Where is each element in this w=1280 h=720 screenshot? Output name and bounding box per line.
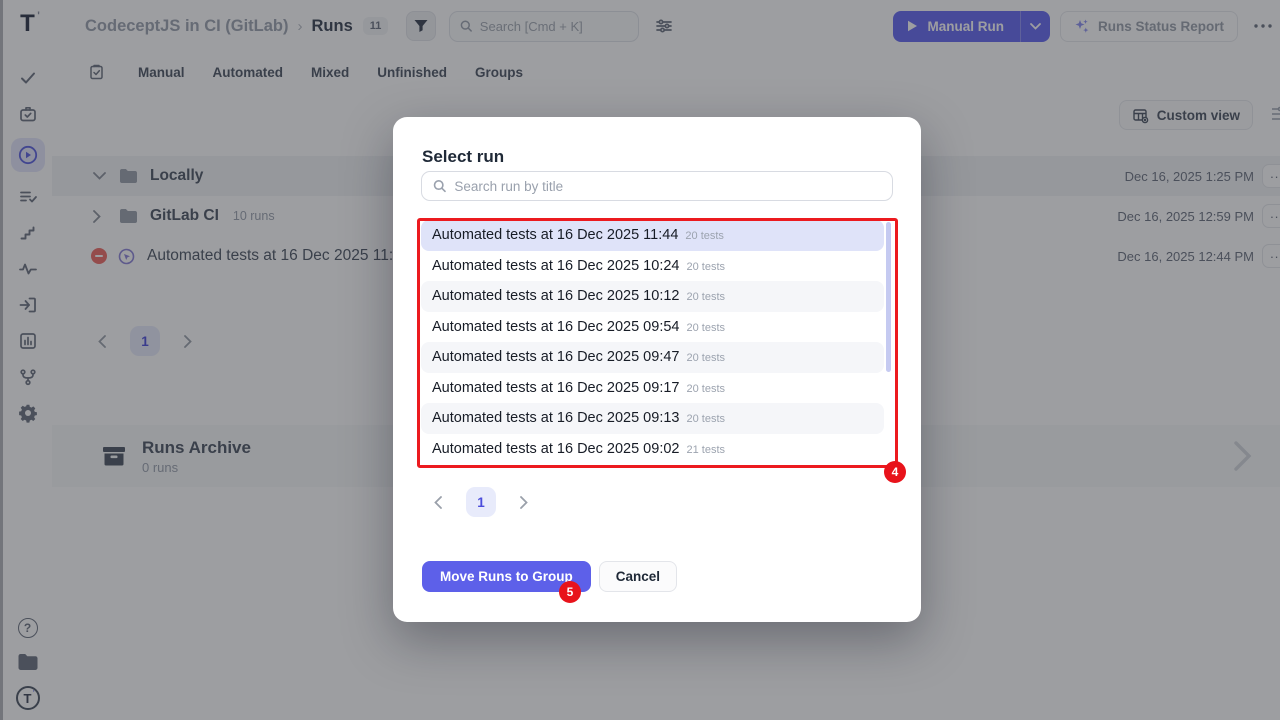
modal-pagination: 1	[431, 487, 531, 517]
run-list: Automated tests at 16 Dec 2025 11:4420 t…	[421, 220, 884, 464]
tests-count: 20 tests	[686, 352, 725, 364]
tests-count: 20 tests	[686, 322, 725, 334]
run-search[interactable]	[421, 171, 893, 201]
tests-count: 21 tests	[686, 444, 725, 456]
run-option[interactable]: Automated tests at 16 Dec 2025 09:5420 t…	[421, 312, 884, 343]
cancel-button[interactable]: Cancel	[599, 561, 677, 592]
run-option[interactable]: Automated tests at 16 Dec 2025 09:4720 t…	[421, 342, 884, 373]
tests-count: 20 tests	[686, 291, 725, 303]
tests-count: 20 tests	[686, 261, 725, 273]
run-search-input[interactable]	[454, 179, 881, 194]
next-page-icon[interactable]	[517, 496, 531, 509]
annotation-badge-4: 4	[884, 461, 906, 483]
select-run-modal: Select run Automated tests at 16 Dec 202…	[393, 117, 921, 622]
search-icon	[433, 179, 446, 193]
tests-count: 20 tests	[685, 230, 724, 242]
run-option[interactable]: Automated tests at 16 Dec 2025 09:0221 t…	[421, 434, 884, 465]
tests-count: 20 tests	[686, 383, 725, 395]
run-option[interactable]: Automated tests at 16 Dec 2025 10:2420 t…	[421, 251, 884, 282]
modal-title: Select run	[422, 147, 504, 167]
run-option[interactable]: Automated tests at 16 Dec 2025 10:1220 t…	[421, 281, 884, 312]
page-number[interactable]: 1	[466, 487, 496, 517]
annotation-badge-5: 5	[559, 581, 581, 603]
prev-page-icon[interactable]	[431, 496, 445, 509]
list-scrollbar[interactable]	[886, 222, 891, 372]
run-option[interactable]: Automated tests at 16 Dec 2025 09:1320 t…	[421, 403, 884, 434]
tests-count: 20 tests	[686, 413, 725, 425]
run-option[interactable]: Automated tests at 16 Dec 2025 11:4420 t…	[421, 220, 884, 251]
run-option[interactable]: Automated tests at 16 Dec 2025 09:1720 t…	[421, 373, 884, 404]
